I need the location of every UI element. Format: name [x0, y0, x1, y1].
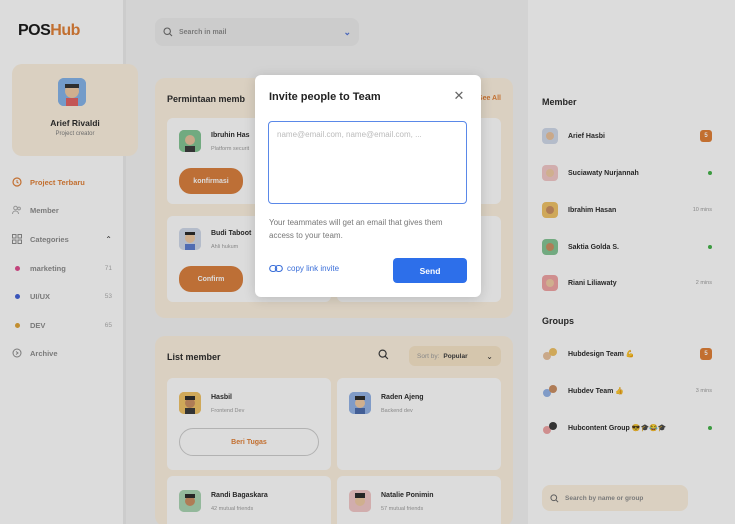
invite-modal: Invite people to Team ✕ Your teammates w…: [255, 75, 481, 297]
close-icon[interactable]: ✕: [452, 89, 466, 103]
send-button[interactable]: Send: [393, 258, 467, 283]
copy-link-button[interactable]: copy link invite: [269, 264, 339, 273]
email-field[interactable]: [268, 121, 467, 204]
link-icon: [269, 264, 283, 273]
modal-title: Invite people to Team: [269, 91, 381, 103]
modal-description: Your teammates will get an email that gi…: [269, 218, 443, 240]
copy-link-label: copy link invite: [287, 264, 340, 273]
